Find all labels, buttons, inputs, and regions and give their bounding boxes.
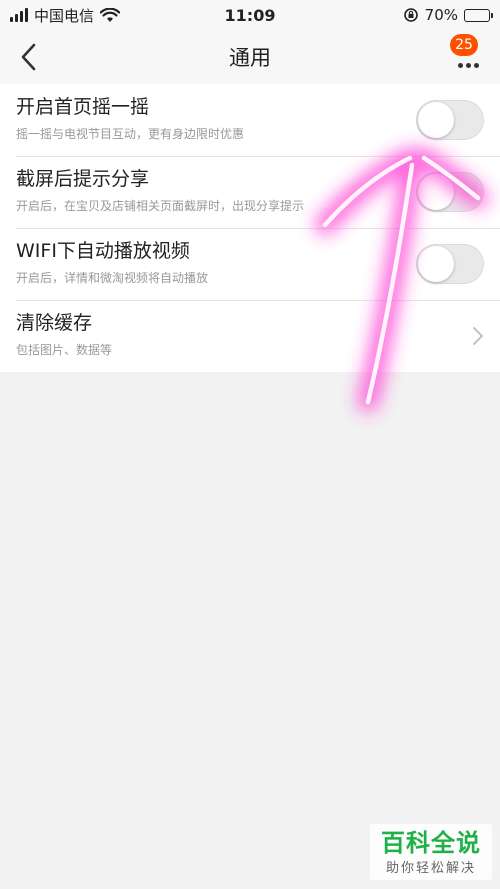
back-button[interactable] bbox=[10, 38, 46, 76]
status-left: 中国电信 bbox=[10, 5, 121, 26]
setting-screenshot-share: 截屏后提示分享 开启后，在宝贝及店铺相关页面截屏时，出现分享提示 bbox=[0, 156, 500, 228]
orientation-lock-icon bbox=[403, 8, 418, 22]
toggle-knob bbox=[418, 174, 454, 210]
setting-shake: 开启首页摇一摇 摇一摇与电视节目互动，更有身边限时优惠 bbox=[0, 84, 500, 156]
shake-toggle[interactable] bbox=[416, 100, 484, 140]
toggle-knob bbox=[418, 102, 454, 138]
setting-desc: 包括图片、数据等 bbox=[16, 343, 113, 357]
battery-percent: 70% bbox=[424, 6, 458, 24]
setting-clear-cache[interactable]: 清除缓存 包括图片、数据等 bbox=[0, 300, 500, 372]
chevron-left-icon bbox=[21, 43, 36, 71]
watermark-sub: 助你轻松解决 bbox=[385, 860, 476, 876]
settings-list: 开启首页摇一摇 摇一摇与电视节目互动，更有身边限时优惠 截屏后提示分享 开启后，… bbox=[0, 84, 500, 372]
watermark-logo: 百科全说 助你轻松解决 bbox=[370, 824, 492, 880]
setting-title: 开启首页摇一摇 bbox=[16, 96, 150, 118]
page-title: 通用 bbox=[229, 46, 271, 70]
setting-wifi-autoplay: WIFI下自动播放视频 开启后，详情和微淘视频将自动播放 bbox=[0, 228, 500, 300]
setting-desc: 开启后，详情和微淘视频将自动播放 bbox=[16, 271, 209, 285]
toggle-knob bbox=[418, 246, 454, 282]
setting-title: WIFI下自动播放视频 bbox=[16, 240, 190, 262]
battery-icon bbox=[464, 8, 493, 22]
setting-title: 清除缓存 bbox=[16, 312, 93, 334]
more-dots-icon bbox=[457, 63, 479, 68]
setting-title: 截屏后提示分享 bbox=[16, 168, 150, 190]
message-badge: 25 bbox=[450, 34, 478, 56]
chevron-right-icon bbox=[473, 327, 483, 345]
screenshot-share-toggle[interactable] bbox=[416, 172, 484, 212]
setting-desc: 摇一摇与电视节目互动，更有身边限时优惠 bbox=[16, 127, 245, 141]
wifi-autoplay-toggle[interactable] bbox=[416, 244, 484, 284]
watermark-main: 百科全说 bbox=[381, 828, 481, 857]
signal-icon bbox=[10, 8, 28, 22]
status-bar: 中国电信 11:09 70% bbox=[0, 0, 500, 30]
status-right: 70% bbox=[403, 6, 493, 24]
setting-desc: 开启后，在宝贝及店铺相关页面截屏时，出现分享提示 bbox=[16, 199, 305, 213]
nav-bar: 通用 25 bbox=[0, 30, 500, 84]
carrier-label: 中国电信 bbox=[34, 6, 95, 25]
wifi-icon bbox=[100, 7, 121, 22]
more-button[interactable]: 25 bbox=[446, 34, 490, 78]
